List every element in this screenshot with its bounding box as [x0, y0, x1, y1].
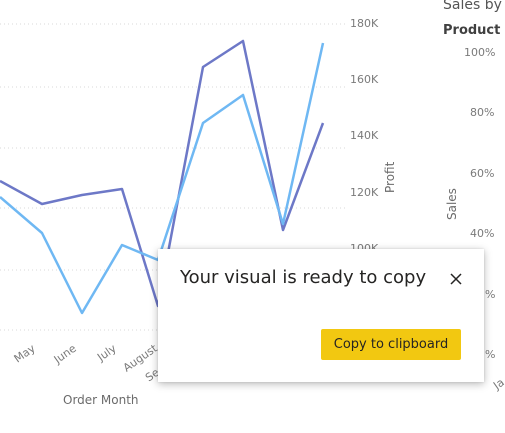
- y-axis-title: Profit: [383, 161, 397, 193]
- y-tick-label: 120K: [350, 186, 379, 199]
- copy-visual-dialog: Your visual is ready to copy Copy to cli…: [158, 249, 484, 382]
- y-tick-label: 140K: [350, 129, 379, 142]
- copy-to-clipboard-button[interactable]: Copy to clipboard: [321, 329, 461, 360]
- right-tick-label: 40%: [470, 227, 494, 240]
- y-tick-label: 180K: [350, 17, 379, 30]
- close-icon: [450, 273, 462, 285]
- right-tick-label: %: [485, 288, 495, 301]
- x-axis-title: Order Month: [63, 393, 139, 407]
- x-tick-label: June: [51, 342, 79, 367]
- x-tick-label: July: [94, 342, 119, 365]
- y-axis-ticks: 180K 160K 140K 120K 100K: [350, 17, 379, 255]
- x-tick-label: May: [12, 342, 38, 366]
- right-chart-title: Sales by: [443, 0, 502, 13]
- right-tick-label: 100%: [464, 46, 495, 59]
- right-x-tick-label: Ja: [490, 376, 505, 393]
- x-axis-ticks: May June July August Se: [12, 341, 162, 384]
- legend-title: Product Ca: [443, 23, 505, 38]
- dialog-title: Your visual is ready to copy: [180, 267, 427, 288]
- right-y-axis-title: Sales: [445, 188, 459, 220]
- right-tick-label: %: [485, 348, 495, 361]
- right-tick-label: 80%: [470, 106, 494, 119]
- y-tick-label: 160K: [350, 73, 379, 86]
- right-tick-label: 60%: [470, 167, 494, 180]
- close-button[interactable]: [446, 269, 466, 289]
